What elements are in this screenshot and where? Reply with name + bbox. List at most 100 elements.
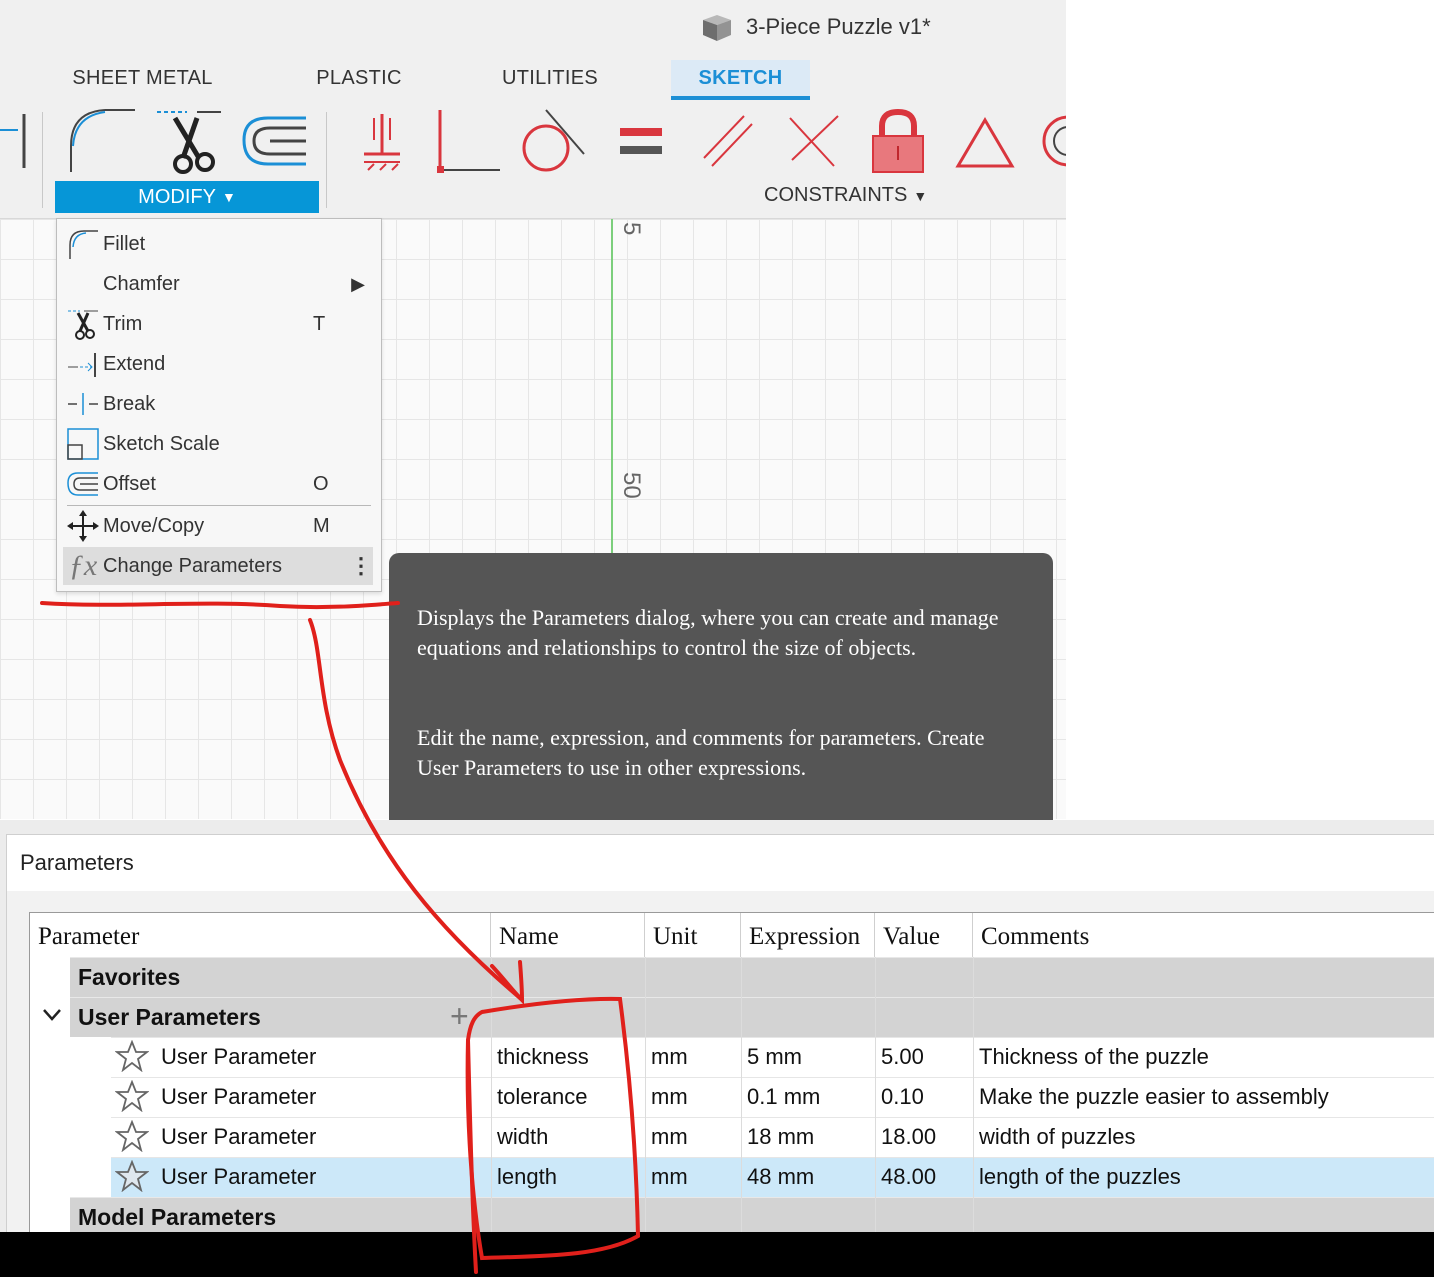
cell-parameter: User Parameter xyxy=(161,1084,317,1109)
tangent-constraint-icon[interactable] xyxy=(520,108,588,174)
cell-value: 48.00 xyxy=(881,1164,937,1189)
column-header-parameter[interactable]: Parameter xyxy=(30,913,491,957)
menu-item-shortcut: M xyxy=(313,514,330,537)
scissors-icon xyxy=(63,306,103,342)
tab-plastic[interactable]: PLASTIC xyxy=(300,60,418,96)
table-row[interactable]: User Parameter thickness mm 5 mm 5.00 Th… xyxy=(111,1037,1434,1077)
cell-expression[interactable]: 18 mm xyxy=(747,1124,814,1150)
fillet-tool-icon[interactable] xyxy=(65,106,140,174)
group-label: User Parameters xyxy=(78,1004,261,1030)
extend-tool-icon[interactable] xyxy=(0,110,30,170)
offset-icon xyxy=(63,466,103,502)
modify-dropdown-button[interactable]: MODIFY ▼ xyxy=(55,181,319,213)
submenu-arrow-icon: ▶ xyxy=(351,273,365,294)
modify-menu: Fillet Chamfer ▶ Trim T Extend Break Ske… xyxy=(56,218,382,592)
parallel-constraint-icon[interactable] xyxy=(700,112,756,170)
tab-sheet-metal[interactable]: SHEET METAL xyxy=(60,60,225,96)
cell-parameter: User Parameter xyxy=(161,1124,317,1149)
cell-comments[interactable]: Thickness of the puzzle xyxy=(979,1044,1209,1070)
cell-expression[interactable]: 5 mm xyxy=(747,1044,802,1070)
group-row-model-parameters[interactable]: Model Parameters xyxy=(70,1197,1434,1233)
column-divider xyxy=(741,957,742,1233)
fx-icon: ƒx xyxy=(68,549,98,582)
cell-expression[interactable]: 48 mm xyxy=(747,1164,814,1190)
menu-item-change-parameters[interactable]: ƒx Change Parameters ⋮ xyxy=(63,547,373,585)
favorite-star-icon[interactable] xyxy=(114,1119,150,1158)
menu-item-shortcut: T xyxy=(313,312,326,335)
menu-item-offset[interactable]: Offset O xyxy=(63,465,373,503)
coincident-constraint-icon[interactable] xyxy=(434,108,504,174)
favorite-star-icon[interactable] xyxy=(114,1039,150,1078)
column-header-unit[interactable]: Unit xyxy=(645,913,741,957)
cell-comments[interactable]: length of the puzzles xyxy=(979,1164,1181,1190)
lock-icon[interactable] xyxy=(870,108,926,174)
cell-comments[interactable]: Make the puzzle easier to assembly xyxy=(979,1084,1329,1110)
column-header-name[interactable]: Name xyxy=(491,913,645,957)
favorite-star-icon[interactable] xyxy=(114,1079,150,1118)
tooltip-paragraph-1: Displays the Parameters dialog, where yo… xyxy=(417,605,999,660)
menu-item-label: Change Parameters xyxy=(103,554,282,577)
parameters-table: Parameter Name Unit Expression Value Com… xyxy=(29,912,1434,1234)
menu-item-label: Offset xyxy=(103,472,156,495)
cell-name[interactable]: width xyxy=(497,1124,548,1150)
column-header-expression[interactable]: Expression xyxy=(741,913,875,957)
more-options-icon[interactable]: ⋮ xyxy=(349,555,373,577)
trim-tool-icon[interactable] xyxy=(153,106,225,174)
column-divider xyxy=(491,957,492,1233)
table-row[interactable]: User Parameter tolerance mm 0.1 mm 0.10 … xyxy=(111,1077,1434,1117)
offset-tool-icon[interactable] xyxy=(240,114,310,168)
fix-constraint-icon[interactable] xyxy=(360,112,404,174)
menu-item-label: Break xyxy=(103,392,156,415)
tooltip-paragraph-2: Edit the name, expression, and comments … xyxy=(417,725,985,780)
constraints-dropdown-button[interactable]: CONSTRAINTS ▼ xyxy=(764,184,927,207)
cell-unit: mm xyxy=(651,1164,688,1189)
cell-value: 0.10 xyxy=(881,1084,924,1109)
menu-item-break[interactable]: Break xyxy=(63,385,373,423)
cell-comments[interactable]: width of puzzles xyxy=(979,1124,1136,1150)
group-row-user-parameters[interactable]: User Parameters + xyxy=(70,997,1434,1037)
cell-name[interactable]: length xyxy=(497,1164,557,1190)
toolbar-separator xyxy=(326,112,327,208)
cell-parameter: User Parameter xyxy=(161,1044,317,1069)
cell-expression[interactable]: 0.1 mm xyxy=(747,1084,820,1110)
menu-item-label: Extend xyxy=(103,352,166,375)
tab-utilities[interactable]: UTILITIES xyxy=(490,60,610,96)
tab-sketch[interactable]: SKETCH xyxy=(671,60,810,100)
green-axis-line xyxy=(611,219,613,559)
extend-icon xyxy=(63,346,103,382)
menu-item-label: Move/Copy xyxy=(103,514,205,537)
menu-item-fillet[interactable]: Fillet xyxy=(63,225,373,263)
favorite-star-icon[interactable] xyxy=(114,1159,150,1198)
cell-name[interactable]: thickness xyxy=(497,1044,589,1070)
column-divider xyxy=(875,957,876,1233)
menu-item-trim[interactable]: Trim T xyxy=(63,305,373,343)
menu-item-shortcut: O xyxy=(313,472,329,495)
dialog-title: Parameters xyxy=(20,850,134,875)
axis-label: 50 xyxy=(618,472,645,499)
break-icon xyxy=(63,386,103,422)
menu-item-label: Sketch Scale xyxy=(103,432,220,455)
chevron-down-icon[interactable] xyxy=(42,1007,62,1028)
cell-unit: mm xyxy=(651,1084,688,1109)
menu-item-move-copy[interactable]: Move/Copy M xyxy=(63,507,373,545)
column-header-value[interactable]: Value xyxy=(875,913,973,957)
cube-icon xyxy=(703,15,731,41)
table-row[interactable]: User Parameter width mm 18 mm 18.00 widt… xyxy=(111,1117,1434,1157)
group-label: Model Parameters xyxy=(78,1204,277,1230)
cell-name[interactable]: tolerance xyxy=(497,1084,588,1110)
perpendicular-constraint-icon[interactable] xyxy=(784,112,842,170)
add-parameter-icon[interactable]: + xyxy=(450,998,469,1035)
menu-item-sketch-scale[interactable]: Sketch Scale xyxy=(63,425,373,463)
dialog-title-bar[interactable] xyxy=(7,835,1434,891)
table-row-selected[interactable]: User Parameter length mm 48 mm 48.00 len… xyxy=(111,1157,1434,1197)
column-header-comments[interactable]: Comments xyxy=(973,913,1434,957)
tooltip: Displays the Parameters dialog, where yo… xyxy=(389,553,1053,820)
menu-item-extend[interactable]: Extend xyxy=(63,345,373,383)
triangle-constraint-icon[interactable] xyxy=(954,116,1016,170)
caret-down-icon: ▼ xyxy=(221,189,236,205)
bottom-black-bar xyxy=(0,1232,1434,1277)
equal-constraint-icon[interactable] xyxy=(618,124,664,158)
menu-item-chamfer[interactable]: Chamfer ▶ xyxy=(63,265,373,303)
group-row-favorites[interactable]: Favorites xyxy=(70,957,1434,997)
concentric-constraint-icon[interactable] xyxy=(1040,112,1066,170)
